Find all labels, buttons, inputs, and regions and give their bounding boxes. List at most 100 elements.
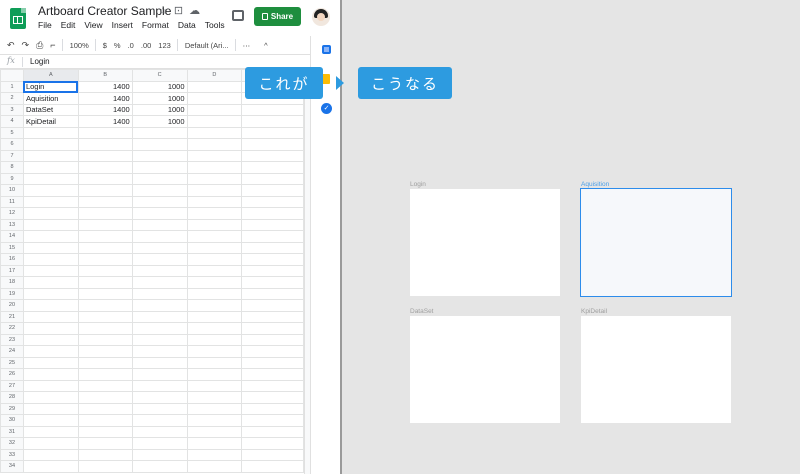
cell-a[interactable]: KpiDetail [22, 115, 79, 128]
row-number[interactable]: 18 [0, 276, 24, 289]
cell-c[interactable] [131, 207, 188, 220]
row-number[interactable]: 6 [0, 138, 24, 151]
calendar-icon[interactable] [322, 45, 331, 54]
row-number[interactable]: 19 [0, 287, 24, 300]
cell-d[interactable] [186, 115, 243, 128]
cell-a[interactable] [22, 241, 79, 254]
row-number[interactable]: 20 [0, 299, 24, 312]
cell-d[interactable] [186, 276, 243, 289]
redo-icon[interactable]: ↷ [22, 40, 30, 51]
undo-icon[interactable]: ↶ [7, 40, 15, 51]
cell-e[interactable] [241, 149, 304, 162]
cell-a[interactable]: Aquisition [22, 92, 79, 105]
cell-d[interactable] [186, 92, 243, 105]
cell-d[interactable] [186, 414, 243, 427]
cell-e[interactable] [241, 195, 304, 208]
artboard-dataset[interactable] [410, 316, 560, 423]
cell-d[interactable] [186, 172, 243, 185]
row-number[interactable]: 17 [0, 264, 24, 277]
cell-a[interactable] [22, 460, 79, 473]
cell-e[interactable] [241, 437, 304, 450]
row-number[interactable]: 30 [0, 414, 24, 427]
select-all-corner[interactable] [0, 69, 24, 82]
cell-e[interactable] [241, 333, 304, 346]
cell-d[interactable] [186, 126, 243, 139]
cell-b[interactable]: 1400 [77, 80, 133, 93]
cell-a[interactable] [22, 391, 79, 404]
cell-e[interactable] [241, 448, 304, 461]
cell-b[interactable] [77, 161, 133, 174]
cell-d[interactable] [186, 425, 243, 438]
row-number[interactable]: 31 [0, 425, 24, 438]
cell-d[interactable] [186, 264, 243, 277]
cell-b[interactable] [77, 276, 133, 289]
cell-d[interactable] [186, 195, 243, 208]
cell-e[interactable] [241, 345, 304, 358]
cell-e[interactable] [241, 230, 304, 243]
keep-icon[interactable] [322, 74, 330, 84]
cell-a[interactable] [22, 195, 79, 208]
cell-b[interactable]: 1400 [77, 115, 133, 128]
cell-c[interactable] [131, 379, 188, 392]
row-number[interactable]: 3 [0, 103, 24, 116]
cell-d[interactable] [186, 299, 243, 312]
increase-decimal-button[interactable]: .00 [141, 41, 151, 50]
cell-b[interactable] [77, 460, 133, 473]
comment-history-icon[interactable] [232, 10, 244, 21]
cell-c[interactable] [131, 448, 188, 461]
artboard-login[interactable] [410, 189, 560, 296]
cell-a[interactable] [22, 149, 79, 162]
cell-b[interactable]: 1400 [77, 103, 133, 116]
cell-e[interactable] [241, 207, 304, 220]
cell-c[interactable] [131, 322, 188, 335]
cell-e[interactable] [241, 264, 304, 277]
cell-e[interactable] [241, 253, 304, 266]
row-number[interactable]: 10 [0, 184, 24, 197]
account-avatar[interactable] [312, 8, 330, 26]
cell-a[interactable] [22, 172, 79, 185]
cloud-status-icon[interactable]: ☁ [189, 4, 200, 17]
cell-e[interactable] [241, 425, 304, 438]
cell-e[interactable] [241, 402, 304, 415]
row-number[interactable]: 28 [0, 391, 24, 404]
cell-c[interactable] [131, 195, 188, 208]
row-number[interactable]: 15 [0, 241, 24, 254]
formula-input[interactable]: Login [30, 57, 50, 66]
cell-c[interactable] [131, 253, 188, 266]
cell-c[interactable]: 1000 [131, 103, 188, 116]
cell-e[interactable] [241, 103, 304, 116]
cell-e[interactable] [241, 310, 304, 323]
decrease-decimal-button[interactable]: .0 [128, 41, 134, 50]
cell-e[interactable] [241, 161, 304, 174]
row-number[interactable]: 26 [0, 368, 24, 381]
artboard-kpidetail[interactable] [581, 316, 731, 423]
artboard-aquisition[interactable] [580, 188, 732, 297]
cell-d[interactable] [186, 368, 243, 381]
move-to-folder-icon[interactable]: ⊡ [174, 4, 183, 17]
cell-a[interactable] [22, 138, 79, 151]
row-number[interactable]: 1 [0, 80, 24, 93]
document-title[interactable]: Artboard Creator Sample [38, 4, 171, 18]
cell-a[interactable] [22, 218, 79, 231]
cell-c[interactable] [131, 218, 188, 231]
cell-e[interactable] [241, 368, 304, 381]
cell-e[interactable] [241, 184, 304, 197]
more-formats-button[interactable]: 123 [158, 41, 171, 50]
row-number[interactable]: 14 [0, 230, 24, 243]
cell-a[interactable] [22, 448, 79, 461]
cell-d[interactable] [186, 437, 243, 450]
menu-edit[interactable]: Edit [61, 20, 76, 30]
cell-e[interactable] [241, 414, 304, 427]
cell-a[interactable] [22, 253, 79, 266]
menu-format[interactable]: Format [142, 20, 169, 30]
cell-b[interactable] [77, 138, 133, 151]
cell-a[interactable] [22, 356, 79, 369]
cell-a[interactable] [22, 310, 79, 323]
cell-d[interactable] [186, 310, 243, 323]
cell-b[interactable] [77, 299, 133, 312]
row-number[interactable]: 27 [0, 379, 24, 392]
cell-c[interactable] [131, 368, 188, 381]
cell-c[interactable] [131, 161, 188, 174]
cell-a[interactable]: DataSet [22, 103, 79, 116]
menu-file[interactable]: File [38, 20, 52, 30]
